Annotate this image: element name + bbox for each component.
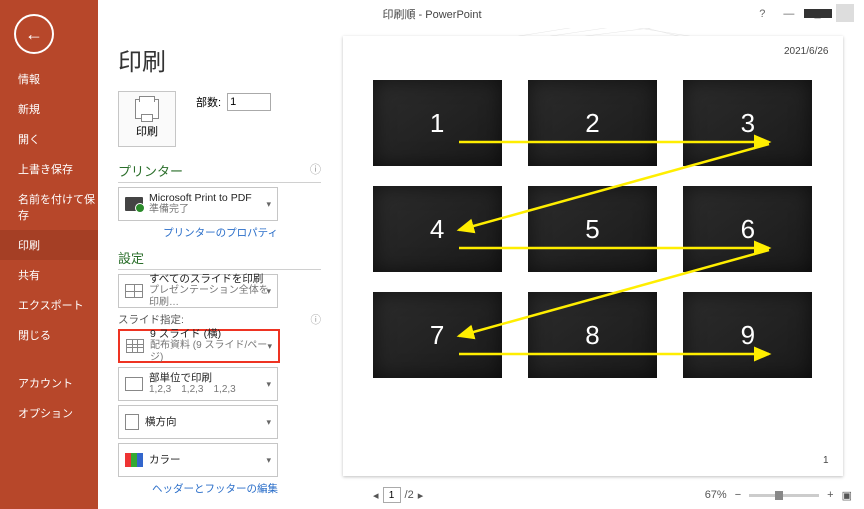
nav-print[interactable]: 印刷: [0, 230, 98, 260]
printer-header: プリンターⓘ: [118, 161, 321, 183]
preview-page: 2021/6/26 1 1 2 3 4 5 6 7 8 9: [343, 36, 843, 476]
account-chip[interactable]: [804, 4, 854, 22]
preview-date: 2021/6/26: [784, 46, 829, 57]
page-total: /2: [405, 489, 414, 501]
header-footer-link[interactable]: ヘッダーとフッターの編集: [118, 481, 278, 496]
chevron-down-icon: ▾: [266, 417, 271, 428]
slide-thumb: 2: [528, 80, 657, 166]
nav-export[interactable]: エクスポート: [0, 290, 98, 320]
page-title: 印刷: [118, 42, 321, 77]
nav-close[interactable]: 閉じる: [0, 320, 98, 350]
info-icon[interactable]: ⓘ: [310, 161, 321, 177]
handout-9-icon: [126, 339, 144, 353]
print-button[interactable]: 印刷: [118, 91, 176, 147]
layout-dropdown[interactable]: 9 スライド (横)配布資料 (9 スライド/ページ) ▾: [118, 329, 280, 363]
page-input[interactable]: [383, 487, 401, 503]
slide-thumb: 1: [373, 80, 502, 166]
slide-thumb: 3: [683, 80, 812, 166]
zoom-out-button[interactable]: −: [735, 489, 741, 501]
nav-info[interactable]: 情報: [0, 64, 98, 94]
printer-dropdown[interactable]: Microsoft Print to PDF準備完了 ▾: [118, 187, 278, 221]
nav-new[interactable]: 新規: [0, 94, 98, 124]
fit-page-button[interactable]: ▣: [842, 489, 852, 502]
orientation-icon: [125, 414, 139, 430]
next-page-button[interactable]: ▸: [418, 489, 424, 502]
minimize-icon[interactable]: —: [783, 8, 794, 20]
color-icon: [125, 453, 143, 467]
printer-status-icon: [125, 197, 143, 211]
chevron-down-icon: ▾: [266, 455, 271, 466]
nav-open[interactable]: 開く: [0, 124, 98, 154]
scope-dropdown[interactable]: すべてのスライドを印刷プレゼンテーション全体を印刷… ▾: [118, 274, 278, 308]
settings-header: 設定: [118, 248, 321, 270]
nav-account[interactable]: アカウント: [0, 368, 98, 398]
collate-icon: [125, 377, 143, 391]
chevron-down-icon: ▾: [266, 286, 271, 297]
orientation-dropdown[interactable]: 横方向 ▾: [118, 405, 278, 439]
prev-page-button[interactable]: ◂: [373, 489, 379, 502]
nav-share[interactable]: 共有: [0, 260, 98, 290]
nav-options[interactable]: オプション: [0, 398, 98, 428]
zoom-level: 67%: [705, 489, 727, 501]
chevron-down-icon: ▾: [267, 341, 272, 352]
nav-saveas[interactable]: 名前を付けて保存: [0, 184, 98, 230]
collate-dropdown[interactable]: 部単位で印刷1,2,3 1,2,3 1,2,3 ▾: [118, 367, 278, 401]
chevron-down-icon: ▾: [266, 379, 271, 390]
printer-properties-link[interactable]: プリンターのプロパティ: [118, 225, 278, 240]
window-title: 印刷順 - PowerPoint: [382, 6, 481, 22]
slide-thumb: 9: [683, 292, 812, 378]
info-icon[interactable]: ⓘ: [311, 312, 322, 327]
back-button[interactable]: ←: [14, 14, 54, 54]
slide-range-label: スライド指定:: [118, 314, 184, 326]
slide-thumb: 8: [528, 292, 657, 378]
slide-thumb: 6: [683, 186, 812, 272]
chevron-down-icon: ▾: [266, 199, 271, 210]
copies-input[interactable]: [227, 93, 271, 111]
slide-thumb: 7: [373, 292, 502, 378]
copies-label: 部数:: [196, 94, 221, 110]
help-icon[interactable]: ?: [759, 8, 765, 20]
slide-thumb: 5: [528, 186, 657, 272]
zoom-in-button[interactable]: +: [827, 489, 833, 501]
slides-icon: [125, 284, 143, 298]
print-button-label: 印刷: [136, 123, 158, 139]
printer-icon: [135, 99, 159, 119]
nav-save[interactable]: 上書き保存: [0, 154, 98, 184]
color-dropdown[interactable]: カラー ▾: [118, 443, 278, 477]
zoom-slider[interactable]: [749, 494, 819, 497]
slide-thumb: 4: [373, 186, 502, 272]
preview-page-number: 1: [823, 455, 829, 466]
